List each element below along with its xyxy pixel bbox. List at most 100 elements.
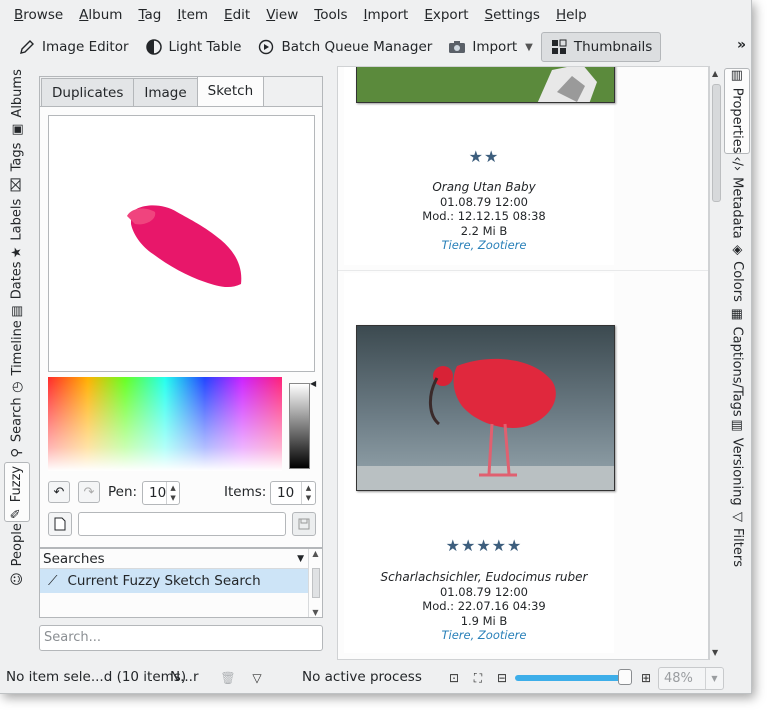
undo-button[interactable]: ↶ — [48, 481, 70, 503]
thumbnails-button[interactable]: Thumbnails — [540, 32, 662, 62]
menu-tools[interactable]: Tools — [306, 0, 355, 30]
searches-header[interactable]: Searches ▼ — [40, 549, 308, 569]
menu-browse[interactable]: Browse — [6, 0, 71, 30]
items-count-value: 10 — [277, 485, 295, 501]
filter-icon[interactable]: ▽ — [249, 670, 265, 686]
sidebar-tab-labels[interactable]: ★ Labels — [4, 196, 30, 260]
sidebar-tab-dates[interactable]: ▤ Dates — [4, 260, 30, 318]
sidebar-tab-colors[interactable]: ◈ Colors — [724, 240, 750, 306]
menu-import[interactable]: Import — [356, 0, 417, 30]
tab-duplicates[interactable]: Duplicates — [41, 78, 135, 106]
sketch-name-input[interactable] — [78, 512, 286, 536]
zoom-slider-handle[interactable] — [618, 669, 632, 685]
sidebar-tab-metadata[interactable]: ‹/› Metadata — [724, 156, 750, 238]
thumbnail-date: 01.08.79 12:00 — [439, 194, 528, 209]
zoom-fit-icon[interactable]: ⊡ — [446, 670, 462, 686]
right-sidebar-tabs: ▤ Properties ‹/› Metadata ◈ Colors ▦ Caption… — [724, 66, 750, 591]
properties-icon: ▤ — [729, 69, 745, 82]
sidebar-tab-albums[interactable]: ▣ Albums — [4, 68, 30, 136]
save-sketch-button[interactable] — [292, 512, 316, 536]
menu-settings[interactable]: Settings — [477, 0, 548, 30]
thumbnail-size: 1.9 Mi B — [460, 613, 508, 628]
thumbnail-view[interactable]: ★★ Orang Utan Baby 01.08.79 12:00 Mod.: … — [337, 66, 709, 660]
batch-queue-button[interactable]: Batch Queue Manager — [249, 32, 440, 62]
album-icon: ▣ — [9, 123, 25, 136]
thumbnails-label: Thumbnails — [573, 39, 653, 55]
spin-arrows-icon[interactable]: ▲ ▼ — [166, 482, 179, 504]
thumbnail-tags[interactable]: Tiere, Zootiere — [344, 238, 624, 253]
chevron-down-icon[interactable]: ▼ — [705, 668, 723, 689]
image-editor-button[interactable]: Image Editor — [10, 32, 137, 62]
tab-sketch[interactable]: Sketch — [196, 76, 265, 106]
sidebar-tab-timeline[interactable]: ◷ Timeline — [4, 318, 30, 394]
sidebar-tab-search[interactable]: ⚲ Search — [4, 394, 30, 460]
fuzzy-search-panel: Duplicates Image Sketch ◀ ↶ ↷ Pen: 10 ▲ … — [33, 72, 325, 656]
image-editor-label: Image Editor — [42, 39, 129, 55]
sidebar-tab-captions-tags[interactable]: ▦ Captions/Tags — [724, 308, 750, 416]
menu-tag[interactable]: Tag — [130, 0, 169, 30]
list-item[interactable]: ⟋ Current Fuzzy Sketch Search — [40, 569, 308, 593]
menu-view[interactable]: View — [258, 0, 306, 30]
rating-stars[interactable]: ★★★★★ — [344, 536, 624, 555]
thumbnail-image[interactable] — [356, 325, 615, 491]
sidebar-tab-people[interactable]: ☺ People — [4, 522, 30, 586]
captions-icon: ▦ — [729, 307, 745, 321]
menu-edit[interactable]: Edit — [216, 0, 258, 30]
thumbnail-info: Scharlachsichler, Eudocimus ruber 01.08.… — [344, 570, 624, 643]
zoom-fullscreen-icon[interactable]: ⛶ — [470, 670, 486, 686]
sidebar-tab-fuzzy[interactable]: ✎ Fuzzy — [4, 462, 30, 522]
menu-export[interactable]: Export — [416, 0, 476, 30]
trash-icon[interactable]: 🗑 — [220, 670, 236, 686]
light-table-icon — [145, 38, 163, 56]
import-button[interactable]: Import ▼ — [440, 32, 541, 62]
tab-image[interactable]: Image — [133, 78, 198, 106]
thumbnail-scrollbar[interactable]: ▲ ▼ — [709, 66, 723, 660]
filter-status[interactable]: N...r — [170, 669, 199, 685]
scroll-up-icon[interactable]: ▲ — [712, 69, 718, 78]
menu-album[interactable]: Album — [71, 0, 130, 30]
color-palette[interactable] — [48, 377, 282, 471]
code-icon: ‹/› — [729, 155, 745, 171]
new-sketch-button[interactable] — [48, 512, 72, 536]
sidebar-tab-properties[interactable]: ▤ Properties — [724, 68, 750, 154]
sidebar-tab-tags[interactable]: ⌧ Tags — [4, 138, 30, 196]
statusbar: No item sele...d (10 items) N...r 🗑 ▽ No… — [0, 664, 751, 692]
searches-scrollbar[interactable]: ▲ ▼ — [308, 549, 322, 617]
zoom-out-icon[interactable]: ⊟ — [494, 670, 510, 686]
scroll-thumb[interactable] — [311, 568, 320, 598]
search-icon: ⚲ — [9, 447, 25, 458]
thumbnail-item[interactable]: ★★ Orang Utan Baby 01.08.79 12:00 Mod.: … — [344, 67, 615, 265]
zoom-in-icon[interactable]: ⊞ — [638, 670, 654, 686]
face-icon: ☺ — [9, 571, 25, 586]
scroll-down-icon[interactable]: ▼ — [712, 648, 718, 657]
fuzzy-tabs: Duplicates Image Sketch — [41, 76, 265, 106]
pen-size-spinbox[interactable]: 10 ▲ ▼ — [142, 481, 180, 505]
light-table-button[interactable]: Light Table — [137, 32, 250, 62]
zoom-slider-track[interactable] — [515, 675, 631, 681]
zoom-level-combobox[interactable]: 48% ▼ — [658, 667, 724, 690]
redo-button[interactable]: ↷ — [78, 481, 100, 503]
search-input[interactable]: Search... — [39, 625, 323, 651]
dropdown-arrow-icon[interactable]: ▼ — [525, 42, 533, 53]
pencil-icon — [18, 38, 36, 56]
sketch-tab-body: ◀ ↶ ↷ Pen: 10 ▲ ▼ Items: 10 ▲ ▼ — [39, 106, 323, 548]
sidebar-tab-filters[interactable]: ▽ Filters — [724, 508, 750, 570]
thumbnail-tags[interactable]: Tiere, Zootiere — [344, 628, 624, 643]
orangutan-photo — [357, 67, 614, 102]
batch-queue-icon — [257, 38, 275, 56]
menu-help[interactable]: Help — [548, 0, 595, 30]
items-count-spinbox[interactable]: 10 ▲ ▼ — [270, 481, 316, 505]
batch-queue-label: Batch Queue Manager — [281, 39, 433, 55]
sketch-canvas[interactable] — [48, 115, 315, 372]
grayscale-slider[interactable] — [289, 383, 310, 469]
thumbnail-item[interactable]: ★★★★★ Scharlachsichler, Eudocimus ruber … — [344, 273, 615, 653]
spin-arrows-icon[interactable]: ▲ ▼ — [301, 482, 315, 504]
thumbnail-image[interactable] — [356, 67, 615, 103]
sidebar-tab-versioning[interactable]: ▥ Versioning — [724, 418, 750, 506]
menu-item[interactable]: Item — [169, 0, 216, 30]
toolbar-overflow-button[interactable]: » — [737, 37, 746, 53]
sketch-drawing — [127, 205, 242, 288]
scroll-thumb[interactable] — [712, 84, 721, 202]
rating-stars[interactable]: ★★ — [344, 147, 624, 166]
scarlet-ibis-photo — [357, 326, 614, 490]
